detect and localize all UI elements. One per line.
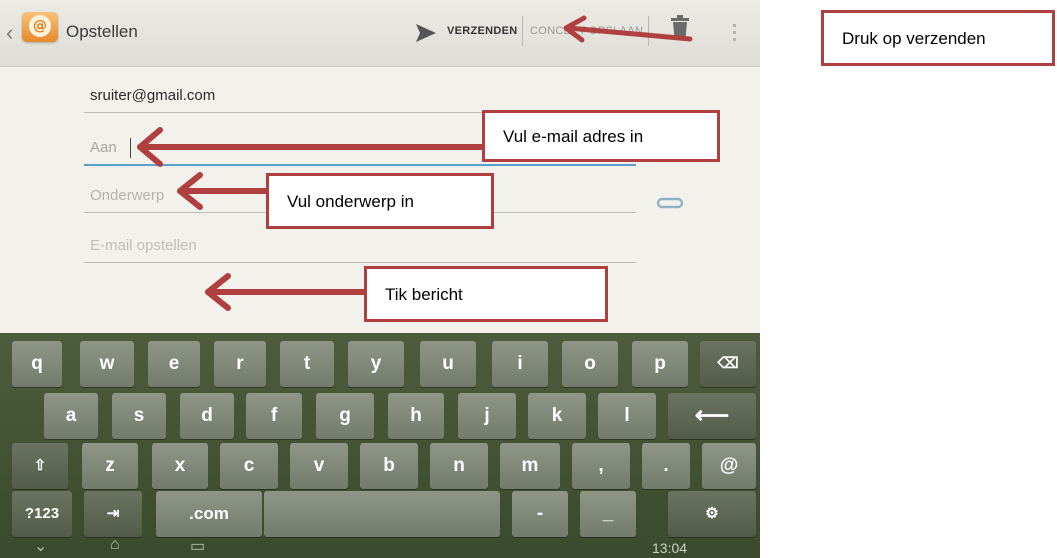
email-app-icon[interactable]: @: [22, 12, 58, 42]
from-value: sruiter@gmail.com: [90, 87, 216, 104]
key-t[interactable]: t: [280, 341, 334, 387]
key-v[interactable]: v: [290, 443, 348, 489]
paperclip-icon[interactable]: [656, 196, 684, 210]
key-u[interactable]: u: [420, 341, 476, 387]
subject-placeholder: Onderwerp: [90, 187, 165, 204]
key-i[interactable]: i: [492, 341, 548, 387]
enter-key[interactable]: ⟵: [668, 393, 756, 439]
key-o[interactable]: o: [562, 341, 618, 387]
send-button[interactable]: VERZENDEN: [447, 25, 518, 37]
key-y[interactable]: y: [348, 341, 404, 387]
send-icon[interactable]: [414, 22, 438, 44]
key-q[interactable]: q: [12, 341, 62, 387]
tab-key[interactable]: ⇥: [84, 491, 142, 537]
key-b[interactable]: b: [360, 443, 418, 489]
key-j[interactable]: j: [458, 393, 516, 439]
key-period[interactable]: .: [642, 443, 690, 489]
key-a[interactable]: a: [44, 393, 98, 439]
key-z[interactable]: z: [82, 443, 138, 489]
key-d[interactable]: d: [180, 393, 234, 439]
key-x[interactable]: x: [152, 443, 208, 489]
key-p[interactable]: p: [632, 341, 688, 387]
shift-key[interactable]: ⇧: [12, 443, 68, 489]
key-comma[interactable]: ,: [572, 443, 630, 489]
text-cursor: [130, 138, 131, 158]
dotcom-key[interactable]: .com: [156, 491, 262, 537]
key-l[interactable]: l: [598, 393, 656, 439]
trash-icon[interactable]: [670, 14, 690, 40]
back-chevron-icon[interactable]: ‹: [6, 20, 13, 46]
key-s[interactable]: s: [112, 393, 166, 439]
system-navigation-bar: ⌄ ⌂ ▭ 13:04: [0, 536, 760, 558]
symbols-key[interactable]: ?123: [12, 491, 72, 537]
body-placeholder: E-mail opstellen: [90, 237, 197, 254]
message-body-field[interactable]: E-mail opstellen: [84, 226, 636, 263]
overflow-menu-icon[interactable]: [733, 20, 737, 45]
divider: [648, 16, 649, 46]
key-h[interactable]: h: [388, 393, 444, 439]
callout-send: Druk op verzenden: [821, 10, 1055, 66]
from-field: sruiter@gmail.com: [84, 76, 636, 113]
on-screen-keyboard: q w e r t y u i o p ⌫ a s d f g h j k l …: [0, 333, 760, 558]
to-placeholder: Aan: [90, 139, 117, 156]
key-r[interactable]: r: [214, 341, 266, 387]
backspace-key[interactable]: ⌫: [700, 341, 756, 387]
key-underscore[interactable]: _: [580, 491, 636, 537]
callout-subject: Vul onderwerp in: [266, 173, 494, 229]
key-dash[interactable]: -: [512, 491, 568, 537]
callout-message: Tik bericht: [364, 266, 608, 322]
key-k[interactable]: k: [528, 393, 586, 439]
key-w[interactable]: w: [80, 341, 134, 387]
key-n[interactable]: n: [430, 443, 488, 489]
action-bar: ‹ @ Opstellen VERZENDEN CONCEPT OPSLAAN: [0, 0, 760, 67]
save-draft-button[interactable]: CONCEPT OPSLAAN: [530, 25, 643, 37]
page-title: Opstellen: [66, 22, 138, 41]
key-at[interactable]: @: [702, 443, 756, 489]
callout-email: Vul e-mail adres in: [482, 110, 720, 162]
key-e[interactable]: e: [148, 341, 200, 387]
back-nav-icon[interactable]: ⌄: [34, 536, 47, 556]
spacebar-key[interactable]: [264, 491, 500, 537]
at-sign-icon: @: [29, 15, 51, 37]
home-nav-icon[interactable]: ⌂: [110, 536, 120, 554]
key-c[interactable]: c: [220, 443, 278, 489]
keyboard-settings-key[interactable]: ⚙: [668, 491, 756, 537]
key-m[interactable]: m: [500, 443, 560, 489]
key-f[interactable]: f: [246, 393, 302, 439]
key-g[interactable]: g: [316, 393, 374, 439]
recent-apps-icon[interactable]: ▭: [190, 536, 205, 556]
divider: [522, 16, 523, 46]
status-clock: 13:04: [652, 540, 688, 556]
